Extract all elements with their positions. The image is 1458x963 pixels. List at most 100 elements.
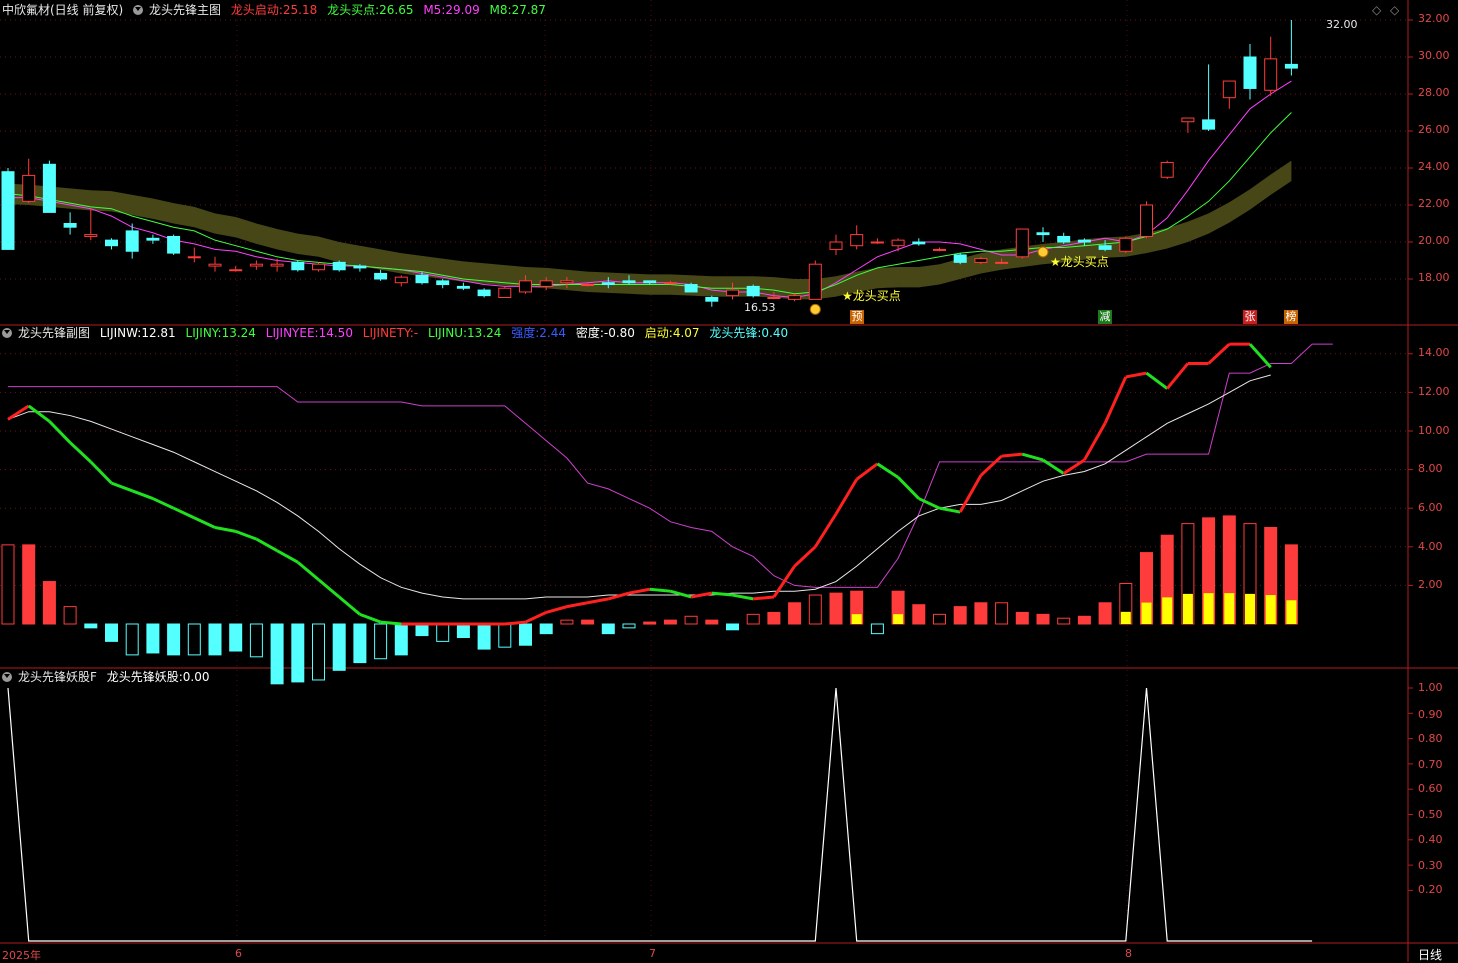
- sub-bar: [353, 623, 367, 664]
- candle-body: [995, 261, 1009, 264]
- y-tick: 4.00: [1418, 540, 1443, 553]
- tag-zhang[interactable]: 张: [1243, 310, 1257, 324]
- y-tick: 22.00: [1418, 197, 1450, 210]
- candle-body: [1160, 161, 1174, 178]
- candle-body: [353, 265, 367, 269]
- candle-body: [415, 274, 429, 284]
- diamond-icon[interactable]: ◇: [1390, 3, 1399, 17]
- sub-bar: [187, 623, 201, 656]
- lijinety-value: -: [413, 326, 419, 340]
- lijiny-segment: [814, 513, 838, 548]
- candle-body: [1057, 235, 1071, 243]
- x-label-year: 2025年: [2, 949, 41, 962]
- lijiny-segment: [711, 591, 733, 597]
- sub-bar: [953, 606, 967, 625]
- y-tick: 14.00: [1418, 346, 1450, 359]
- candle-body: [208, 263, 222, 267]
- y-tick: 0.70: [1418, 758, 1443, 771]
- sub-bar: [229, 623, 243, 652]
- candle-body: [726, 289, 739, 297]
- lijinw-value: 12.81: [141, 326, 176, 340]
- candle-body: [125, 230, 139, 252]
- candle-body: [1284, 63, 1298, 69]
- tag-bang[interactable]: 榜: [1284, 310, 1298, 324]
- candle-body: [1181, 117, 1195, 123]
- buy-coin-icon: [1037, 246, 1049, 258]
- yao-indicator-name[interactable]: 龙头先锋妖股F: [18, 670, 97, 684]
- candle-body: [270, 263, 284, 267]
- lijiny-segment: [172, 506, 195, 520]
- x-label-month: 8: [1125, 947, 1132, 960]
- candle-body: [1077, 239, 1091, 243]
- m5-value: 29.09: [445, 3, 480, 17]
- lijiny-segment: [131, 489, 154, 500]
- lijiny-segment: [69, 441, 92, 463]
- x-label-month: 7: [649, 947, 656, 960]
- sub-bar-yellow: [1265, 595, 1276, 624]
- lijinety-label: LIJINETY:: [362, 326, 414, 340]
- sub-bar-yellow: [1245, 593, 1255, 624]
- buy-point-annotation: ★龙头买点: [1050, 255, 1109, 269]
- sub-bar-yellow: [1182, 593, 1193, 624]
- y-tick: 28.00: [1418, 86, 1450, 99]
- indicator-menu-icon[interactable]: [2, 328, 12, 338]
- lijinyee-line: [8, 343, 1333, 588]
- candle-body: [560, 280, 574, 284]
- lijiny-segment: [1021, 452, 1044, 462]
- chart-canvas[interactable]: [0, 0, 1458, 962]
- candle-body: [332, 261, 346, 271]
- sub-bar: [995, 602, 1009, 625]
- lijiny-segment: [669, 589, 692, 599]
- candle-body: [912, 241, 926, 245]
- sub-indicator-name[interactable]: 龙头先锋副图: [18, 326, 90, 340]
- candle-body: [291, 261, 305, 271]
- sub-bar: [249, 623, 263, 658]
- sub-bar: [1077, 615, 1091, 625]
- sub-bar: [22, 544, 36, 625]
- y-tick: 24.00: [1418, 160, 1450, 173]
- tag-jian[interactable]: 减: [1098, 310, 1112, 324]
- indicator-menu-icon[interactable]: [2, 672, 12, 682]
- lijiny-segment: [649, 587, 671, 593]
- lijiny-segment: [1166, 362, 1190, 390]
- diamond-icon[interactable]: ◇: [1372, 3, 1381, 17]
- lijiny-value: 13.24: [221, 326, 256, 340]
- candle-body: [1, 171, 15, 250]
- stock-title[interactable]: 中欣氟材(日线 前复权): [2, 3, 123, 17]
- y-tick: 6.00: [1418, 501, 1443, 514]
- lijiny-segment: [193, 516, 216, 529]
- lijiny-segment: [690, 591, 713, 599]
- lijiny-segment: [524, 611, 547, 624]
- sub-bar: [539, 623, 553, 635]
- candle-body: [436, 280, 450, 286]
- y-tick: 2.00: [1418, 578, 1443, 591]
- sub-bar: [912, 604, 926, 625]
- sub-bar-yellow: [1203, 593, 1214, 624]
- lijiny-segment: [1083, 422, 1107, 461]
- lijinu-value: 13.24: [467, 326, 502, 340]
- main-panel-header: 中欣氟材(日线 前复权) 龙头先锋主图 龙头启动:25.18 龙头买点:26.6…: [2, 2, 552, 18]
- main-indicator-name[interactable]: 龙头先锋主图: [149, 3, 221, 17]
- candle-body: [374, 272, 388, 280]
- candle-body: [808, 263, 822, 300]
- qidong-label: 启动:: [644, 326, 673, 340]
- candle-body: [519, 280, 532, 293]
- sub-bar: [312, 623, 325, 681]
- period-button[interactable]: 日线: [1418, 946, 1442, 963]
- lijinw-line: [7, 374, 1271, 600]
- lijiny-segment: [317, 578, 341, 599]
- candle-body: [1015, 228, 1029, 258]
- sub-bar: [270, 623, 284, 685]
- candle-body: [498, 287, 512, 298]
- sub-bar: [63, 606, 77, 625]
- indicator-menu-icon[interactable]: [133, 5, 144, 15]
- sub-bar: [1, 544, 15, 625]
- y-tick: 0.60: [1418, 782, 1443, 795]
- candle-body: [187, 256, 201, 259]
- tag-yu[interactable]: 预: [850, 310, 864, 324]
- sub-bar: [933, 613, 946, 625]
- y-tick: 30.00: [1418, 49, 1450, 62]
- lijiny-segment: [607, 591, 630, 601]
- buy-value: 26.65: [379, 3, 414, 17]
- candle-body: [581, 284, 595, 287]
